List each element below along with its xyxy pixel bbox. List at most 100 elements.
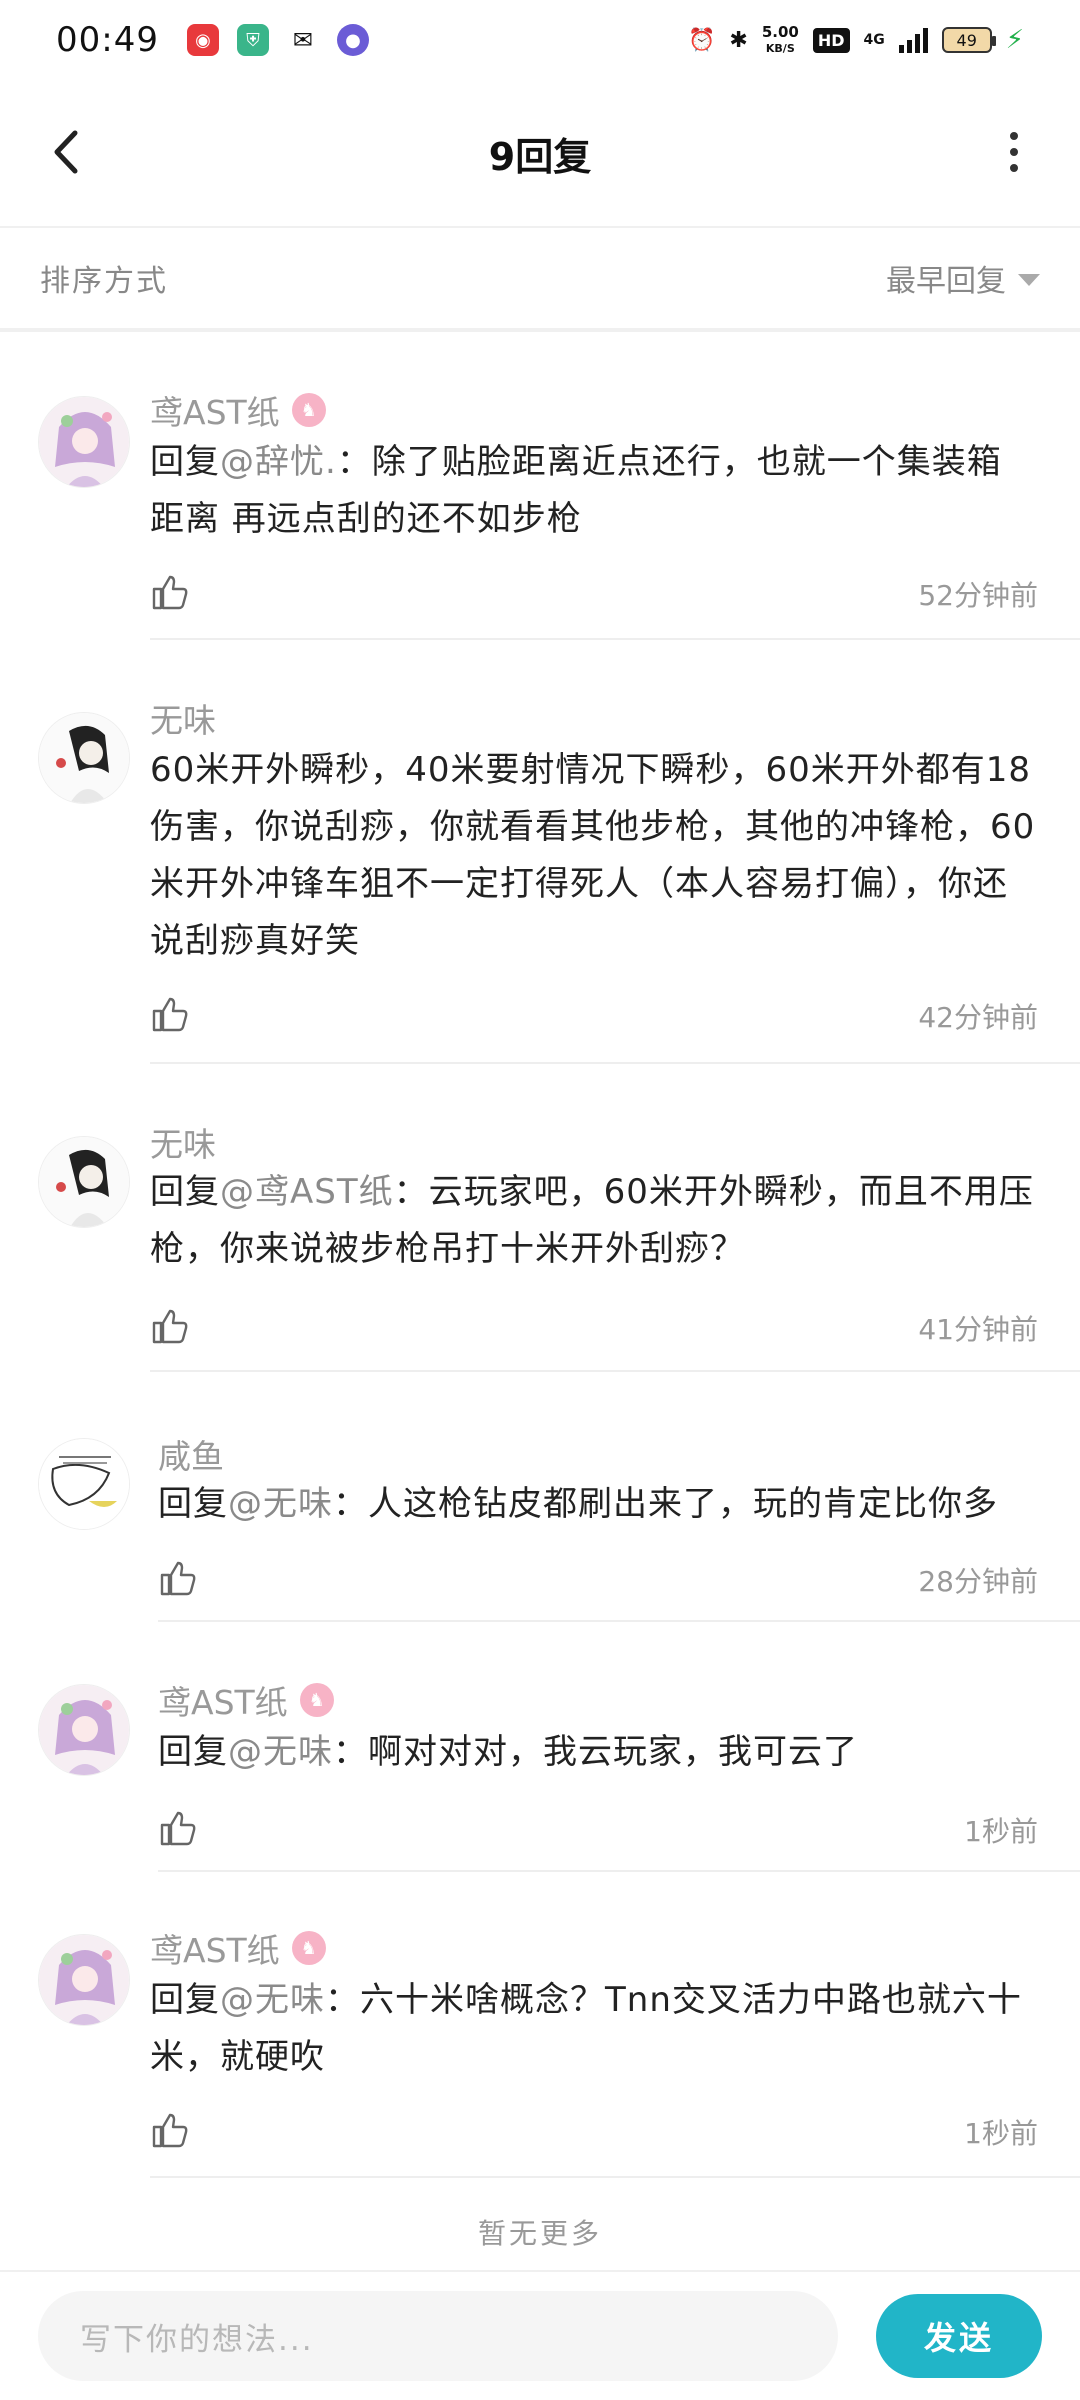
comment-body: 回复@无味：啊对对对，我云玩家，我可云了 [158,1724,1038,1781]
like-icon [150,575,190,616]
status-right: ⏰ ✱ 5.00 KB/S HD 4G 49 ⚡ [687,22,1024,56]
caret-down-icon [1018,274,1040,286]
avatar[interactable] [38,1684,130,1776]
comment-time: 28分钟前 [918,1565,1038,1598]
status-bar: 00:49 ◉ ⛨ ✉ ● ⏰ ✱ 5.00 KB/S HD 4G 49 ⚡ [0,0,1080,80]
mention-link[interactable]: @无味 [220,1980,325,2020]
comment-time: 52分钟前 [918,579,1038,612]
reply-bar: 写下你的想法... 发送 [0,2270,1080,2400]
battery-icon: 49 [941,27,996,53]
avatar[interactable] [38,1934,130,2026]
shield-app-icon: ⛨ [236,24,269,56]
mention-link[interactable]: @无味 [228,1484,333,1524]
comment-body: 回复@无味：六十米啥概念？Tnn交叉活力中路也就六十米，就硬吹 [150,1972,1040,2086]
reply-prefix: 回复 [150,1980,220,2020]
comment-item[interactable]: 鸢AST纸 ♞ 回复@辞忧.：除了贴脸距离近点还行，也就一个集装箱距离 再远点刮的还… [0,336,1080,642]
avatar[interactable] [38,396,130,488]
status-app-icons: ◉ ⛨ ✉ ● [186,24,369,56]
hd-icon: HD [812,27,850,53]
music-app-icon: ◉ [186,24,219,56]
divider [158,1620,1080,1622]
reply-input-placeholder: 写下你的想法... [80,2321,314,2358]
comment-body: 回复@辞忧.：除了贴脸距离近点还行，也就一个集装箱距离 再远点刮的还不如步枪 [150,434,1030,548]
reply-prefix: 回复 [158,1732,228,1772]
like-button[interactable] [150,994,190,1034]
comment-author[interactable]: 咸鱼 [158,1430,224,1478]
mention-link[interactable]: @辞忧. [220,442,337,482]
like-button[interactable] [158,1558,198,1598]
more-icon-dot [1010,132,1018,140]
comment-body: 回复@鸢AST纸：云玩家吧，60米开外瞬秒，而且不用压枪，你来说被步枪吊打十米开… [150,1164,1040,1278]
reply-prefix: 回复 [150,1172,220,1212]
divider [158,1870,1080,1872]
comment-author-row[interactable]: 无味 [150,694,216,742]
wechat-icon: ✉ [286,24,319,56]
net-speed: 5.00 KB/S [761,22,799,56]
like-icon [158,1811,198,1852]
comment-author[interactable]: 无味 [150,694,216,742]
send-button[interactable]: 发送 [876,2294,1042,2378]
comment-author-row[interactable]: 鸢AST纸 ♞ [158,1676,334,1724]
network-type: 4G [863,32,885,48]
like-button[interactable] [150,2110,190,2150]
avatar[interactable] [38,1438,130,1530]
avatar[interactable] [38,1136,130,1228]
status-time: 00:49 [56,20,159,60]
comment-author-row[interactable]: 无味 [150,1118,216,1166]
alarm-icon: ⏰ [687,27,716,53]
comment-author-row[interactable]: 鸢AST纸 ♞ [150,386,326,434]
comment-author[interactable]: 无味 [150,1118,216,1166]
sort-label: 排序方式 [40,264,168,299]
comment-author[interactable]: 鸢AST纸 [150,386,280,434]
like-button[interactable] [150,1306,190,1346]
like-button[interactable] [158,1808,198,1848]
like-button[interactable] [150,572,190,612]
comment-item[interactable]: 鸢AST纸 ♞ 回复@无味：六十米啥概念？Tnn交叉活力中路也就六十米，就硬吹 1秒前 [0,1874,1080,2184]
comment-item[interactable]: 无味 60米开外瞬秒，40米要射情况下瞬秒，60米开外都有18伤害，你说刮痧，你就… [0,642,1080,1066]
comment-author[interactable]: 鸢AST纸 [150,1924,280,1972]
mention-link[interactable]: @无味 [228,1732,333,1772]
comment-time: 42分钟前 [918,1001,1038,1034]
sort-bar: 排序方式 最早回复 [0,226,1080,332]
comment-author-row[interactable]: 鸢AST纸 ♞ [150,1924,326,1972]
comment-time: 1秒前 [964,2117,1038,2150]
user-badge-icon: ♞ [291,1931,326,1965]
no-more-text: 暂无更多 [477,2217,602,2250]
like-icon [150,2113,190,2154]
divider [150,1062,1080,1064]
charging-icon: ⚡ [1005,25,1024,55]
avatar[interactable] [38,712,130,804]
comment-body: 回复@无味：人这枪钻皮都刷出来了，玩的肯定比你多 [158,1476,1038,1533]
comment-item[interactable]: 无味 回复@鸢AST纸：云玩家吧，60米开外瞬秒，而且不用压枪，你来说被步枪吊打十… [0,1066,1080,1374]
more-icon-dot [1010,164,1018,172]
comment-item[interactable]: 咸鱼 回复@无味：人这枪钻皮都刷出来了，玩的肯定比你多 28分钟前 [0,1374,1080,1624]
more-button[interactable] [984,122,1044,182]
user-badge-icon: ♞ [291,393,326,427]
app-icon: ● [336,24,369,56]
mention-link[interactable]: @鸢AST纸 [220,1172,394,1212]
comment-item[interactable]: 鸢AST纸 ♞ 回复@无味：啊对对对，我云玩家，我可云了 1秒前 [0,1624,1080,1874]
user-badge-icon: ♞ [299,1683,334,1717]
divider [150,2176,1080,2178]
like-icon [158,1561,198,1602]
reply-prefix: 回复 [158,1484,228,1524]
comment-text: 60米开外瞬秒，40米要射情况下瞬秒，60米开外都有18伤害，你说刮痧，你就看看… [150,750,1036,961]
sort-dropdown[interactable]: 最早回复 [886,256,1040,300]
comment-author-row[interactable]: 咸鱼 [158,1430,224,1478]
battery-level: 49 [956,30,977,50]
signal-icon [898,27,928,53]
back-button[interactable] [36,122,96,182]
comment-text: ：人这枪钻皮都刷出来了，玩的肯定比你多 [333,1484,998,1524]
comment-text: ：啊对对对，我云玩家，我可云了 [333,1732,858,1772]
page-title: 9回复 [488,134,592,179]
divider [150,1370,1080,1372]
net-speed-value: 5.00 [761,22,799,41]
reply-prefix: 回复 [150,442,220,482]
back-icon [54,130,78,174]
more-icon-dot [1010,148,1018,156]
reply-input[interactable]: 写下你的想法... [38,2291,838,2381]
like-icon [150,997,190,1038]
divider [150,638,1080,640]
like-icon [150,1309,190,1350]
comment-author[interactable]: 鸢AST纸 [158,1676,288,1724]
